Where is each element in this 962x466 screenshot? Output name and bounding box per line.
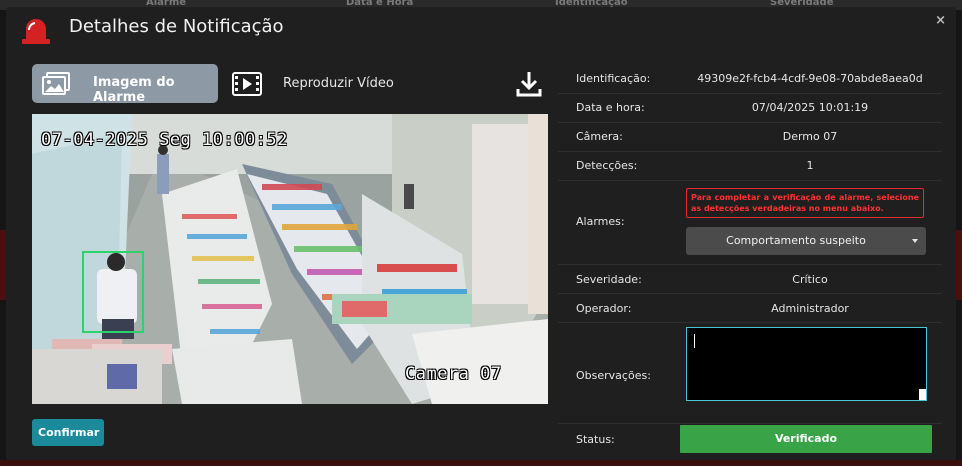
row-detections: Detecções: 1 [558,151,942,181]
alarms-label: Alarmes: [576,215,625,228]
row-camera: Câmera: Dermo 07 [558,122,942,152]
film-icon [232,72,262,96]
alarm-siren-icon [22,19,50,44]
camera-label: Câmera: [576,130,623,143]
alarms-warning-message: Para completar a verificação de alarme, … [686,188,924,218]
datetime-value: 07/04/2025 10:01:19 [751,101,869,114]
notes-label: Observações: [576,369,651,382]
status-label: Status: [576,433,615,446]
detections-value: 1 [806,159,814,172]
camera-name-overlay: Camera 07 [405,364,502,384]
notes-textarea[interactable] [686,327,927,401]
severity-label: Severidade: [576,273,642,286]
camera-snapshot: 07-04-2025 Seg 10:00:52 Camera 07 [32,114,548,404]
tab-play-video[interactable]: Reproduzir Vídeo [230,64,400,103]
camera-timestamp-overlay: 07-04-2025 Seg 10:00:52 [41,130,288,150]
tab-alarm-image-label: Imagem do Alarme [93,75,175,105]
row-alarms: Alarmes: Para completar a verificação de… [558,180,942,265]
operator-value: Administrador [771,302,849,315]
confirm-button[interactable]: Confirmar [32,419,104,446]
detection-bounding-box[interactable] [82,251,144,333]
datetime-label: Data e hora: [576,101,645,114]
camera-value: Dermo 07 [782,130,838,143]
row-status: Status: Verificado [558,423,942,455]
alarm-type-select[interactable]: Comportamento suspeito [686,227,926,255]
alarm-type-selected: Comportamento suspeito [726,234,866,247]
identification-value: 49309e2f-fcb4-4cdf-9e08-70abde8aea0d [697,72,923,85]
row-severity: Severidade: Crítico [558,264,942,294]
tab-alarm-image[interactable]: Imagem do Alarme [32,64,218,105]
download-icon[interactable] [516,70,542,98]
modal-title: Detalhes de Notificação [69,16,284,37]
bg-bottom [0,460,962,466]
caret-down-icon [912,239,918,243]
identification-label: Identificação: [576,72,651,85]
row-notes: Observações: [558,322,942,424]
textarea-resize-handle[interactable] [919,389,926,400]
text-cursor [694,334,695,348]
image-icon [42,72,70,95]
row-identification: Identificação: 49309e2f-fcb4-4cdf-9e08-7… [558,64,942,94]
notification-details-modal: Detalhes de Notificação × Imagem do Alar… [6,7,956,460]
operator-label: Operador: [576,302,632,315]
close-button[interactable]: × [935,13,946,28]
tab-play-video-label: Reproduzir Vídeo [283,76,394,91]
row-operator: Operador: Administrador [558,293,942,323]
detections-label: Detecções: [576,159,638,172]
status-badge: Verificado [680,425,932,453]
row-datetime: Data e hora: 07/04/2025 10:01:19 [558,93,942,123]
modal-header: Detalhes de Notificação × [6,7,956,51]
severity-value: Crítico [792,273,828,286]
